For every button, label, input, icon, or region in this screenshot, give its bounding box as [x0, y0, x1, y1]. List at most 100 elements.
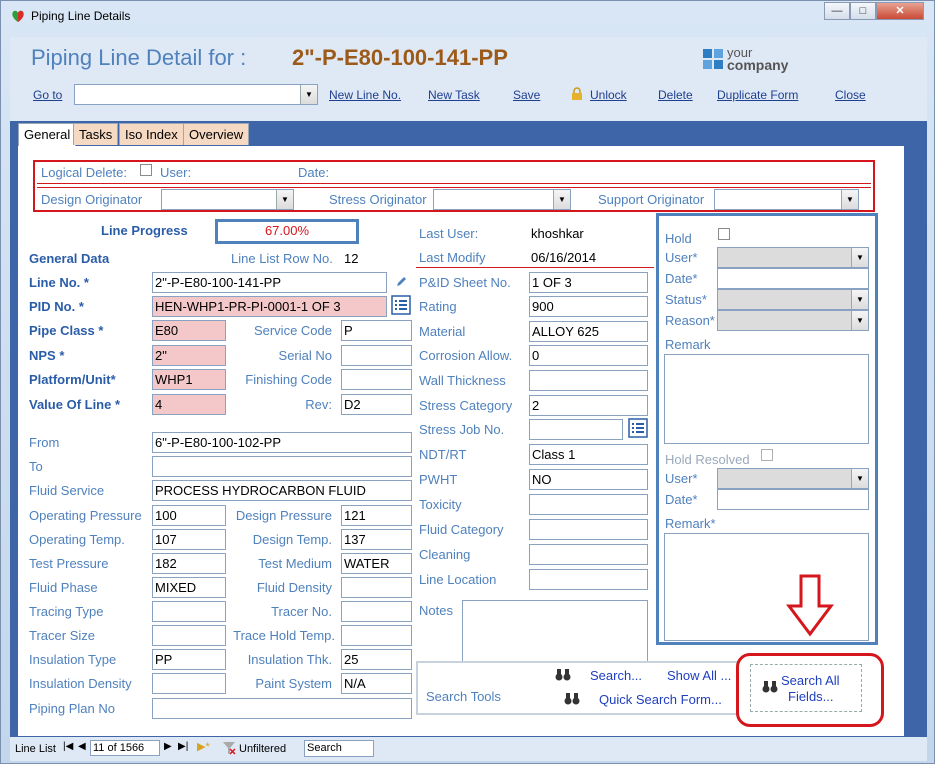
tracer-size-field[interactable] — [152, 625, 226, 646]
down-arrow-annotation — [786, 574, 834, 637]
support-originator-select[interactable]: ▼ — [714, 189, 859, 210]
from-field[interactable]: 6"-P-E80-100-102-PP — [152, 432, 412, 453]
chevron-down-icon[interactable]: ▼ — [851, 311, 868, 330]
tracer-no-field[interactable] — [341, 601, 412, 622]
first-record-button[interactable]: |◀ — [63, 741, 73, 752]
resolved-date-field[interactable] — [717, 489, 869, 510]
last-record-button[interactable]: ▶| — [178, 741, 188, 752]
hold-reason-select[interactable]: ▼ — [717, 310, 869, 331]
trace-hold-temp-field[interactable] — [341, 625, 412, 646]
new-task-button[interactable]: New Task — [428, 88, 480, 102]
insulation-thk-field[interactable]: 25 — [341, 649, 412, 670]
stress-originator-select[interactable]: ▼ — [433, 189, 571, 210]
resolved-remark-field[interactable] — [664, 533, 869, 641]
nps-field[interactable]: 2" — [152, 345, 226, 366]
chevron-down-icon[interactable]: ▼ — [851, 248, 868, 267]
tab-tasks[interactable]: Tasks — [73, 123, 119, 145]
hold-user-select[interactable]: ▼ — [717, 247, 869, 268]
search-all-label-2[interactable]: Fields... — [788, 689, 834, 704]
service-code-field[interactable]: P — [341, 320, 412, 341]
logical-delete-checkbox[interactable] — [140, 164, 152, 176]
design-temp-field[interactable]: 137 — [341, 529, 412, 550]
fluid-category-field[interactable] — [529, 519, 648, 540]
stress-job-field[interactable] — [529, 419, 623, 440]
new-record-button[interactable]: ▶* — [197, 740, 210, 753]
new-line-button[interactable]: New Line No. — [329, 88, 401, 102]
chevron-down-icon[interactable]: ▼ — [300, 85, 317, 104]
close-button[interactable]: Close — [835, 88, 866, 102]
cleaning-field[interactable] — [529, 544, 648, 565]
chevron-down-icon[interactable]: ▼ — [851, 290, 868, 309]
design-originator-select[interactable]: ▼ — [161, 189, 294, 210]
ndt-field[interactable]: Class 1 — [529, 444, 648, 465]
save-button[interactable]: Save — [513, 88, 540, 102]
insulation-density-field[interactable] — [152, 673, 226, 694]
finishing-code-label: Finishing Code — [245, 372, 332, 387]
material-field[interactable]: ALLOY 625 — [529, 321, 648, 342]
unlock-button[interactable]: Unlock — [590, 88, 627, 102]
pid-no-field[interactable]: HEN-WHP1-PR-PI-0001-1 OF 3 — [152, 296, 387, 317]
list-icon[interactable] — [391, 295, 411, 315]
show-all-link[interactable]: Show All ... — [667, 668, 731, 683]
quick-search-link[interactable]: Quick Search Form... — [599, 692, 722, 707]
hold-remark-field[interactable] — [664, 354, 869, 444]
design-pressure-field[interactable]: 121 — [341, 505, 412, 526]
close-window-button[interactable]: ✕ — [876, 2, 924, 20]
search-all-label-1[interactable]: Search All — [781, 673, 840, 688]
nav-search-field[interactable]: Search — [304, 740, 374, 757]
insulation-type-field[interactable]: PP — [152, 649, 226, 670]
finishing-code-field[interactable] — [341, 369, 412, 390]
fluid-service-field[interactable]: PROCESS HYDROCARBON FLUID — [152, 480, 412, 501]
serial-no-field[interactable] — [341, 345, 412, 366]
corrosion-field[interactable]: 0 — [529, 345, 648, 366]
notes-field[interactable] — [462, 600, 648, 666]
filter-icon[interactable] — [222, 741, 236, 755]
value-of-line-field[interactable]: 4 — [152, 394, 226, 415]
test-pressure-field[interactable]: 182 — [152, 553, 226, 574]
piping-plan-no-field[interactable] — [152, 698, 412, 719]
fluid-phase-field[interactable]: MIXED — [152, 577, 226, 598]
minimize-button[interactable]: — — [824, 2, 850, 20]
resolved-user-select[interactable]: ▼ — [717, 468, 869, 489]
tab-general[interactable]: General — [18, 123, 77, 147]
chevron-down-icon[interactable]: ▼ — [553, 190, 570, 209]
chevron-down-icon[interactable]: ▼ — [851, 469, 868, 488]
pid-sheet-field[interactable]: 1 OF 3 — [529, 272, 648, 293]
hold-checkbox[interactable] — [718, 228, 730, 240]
maximize-button[interactable]: □ — [850, 2, 876, 20]
to-field[interactable] — [152, 456, 412, 477]
wall-thickness-field[interactable] — [529, 370, 648, 391]
list-icon[interactable] — [628, 418, 648, 438]
goto-combo[interactable]: ▼ — [74, 84, 318, 105]
operating-pressure-field[interactable]: 100 — [152, 505, 226, 526]
rev-field[interactable]: D2 — [341, 394, 412, 415]
binoculars-icon — [564, 693, 580, 705]
search-link[interactable]: Search... — [590, 668, 642, 683]
pencil-icon[interactable] — [395, 276, 407, 288]
chevron-down-icon[interactable]: ▼ — [841, 190, 858, 209]
delete-button[interactable]: Delete — [658, 88, 693, 102]
duplicate-form-button[interactable]: Duplicate Form — [717, 88, 798, 102]
hold-resolved-checkbox[interactable] — [761, 449, 773, 461]
stress-category-field[interactable]: 2 — [529, 395, 648, 416]
platform-field[interactable]: WHP1 — [152, 369, 226, 390]
hold-date-field[interactable] — [717, 268, 869, 289]
paint-system-field[interactable]: N/A — [341, 673, 412, 694]
hold-status-select[interactable]: ▼ — [717, 289, 869, 310]
pipe-class-field[interactable]: E80 — [152, 320, 226, 341]
fluid-density-field[interactable] — [341, 577, 412, 598]
line-no-field[interactable]: 2"-P-E80-100-141-PP — [152, 272, 387, 293]
toxicity-field[interactable] — [529, 494, 648, 515]
tab-overview[interactable]: Overview — [183, 123, 250, 145]
record-number-field[interactable]: 11 of 1566 — [90, 740, 160, 756]
previous-record-button[interactable]: ◀ — [78, 741, 86, 752]
chevron-down-icon[interactable]: ▼ — [276, 190, 293, 209]
pwht-field[interactable]: NO — [529, 469, 648, 490]
operating-temp-field[interactable]: 107 — [152, 529, 226, 550]
next-record-button[interactable]: ▶ — [164, 741, 172, 752]
rating-field[interactable]: 900 — [529, 296, 648, 317]
tracing-type-field[interactable] — [152, 601, 226, 622]
test-medium-field[interactable]: WATER — [341, 553, 412, 574]
line-location-field[interactable] — [529, 569, 648, 590]
tab-iso-index[interactable]: Iso Index — [119, 123, 184, 145]
